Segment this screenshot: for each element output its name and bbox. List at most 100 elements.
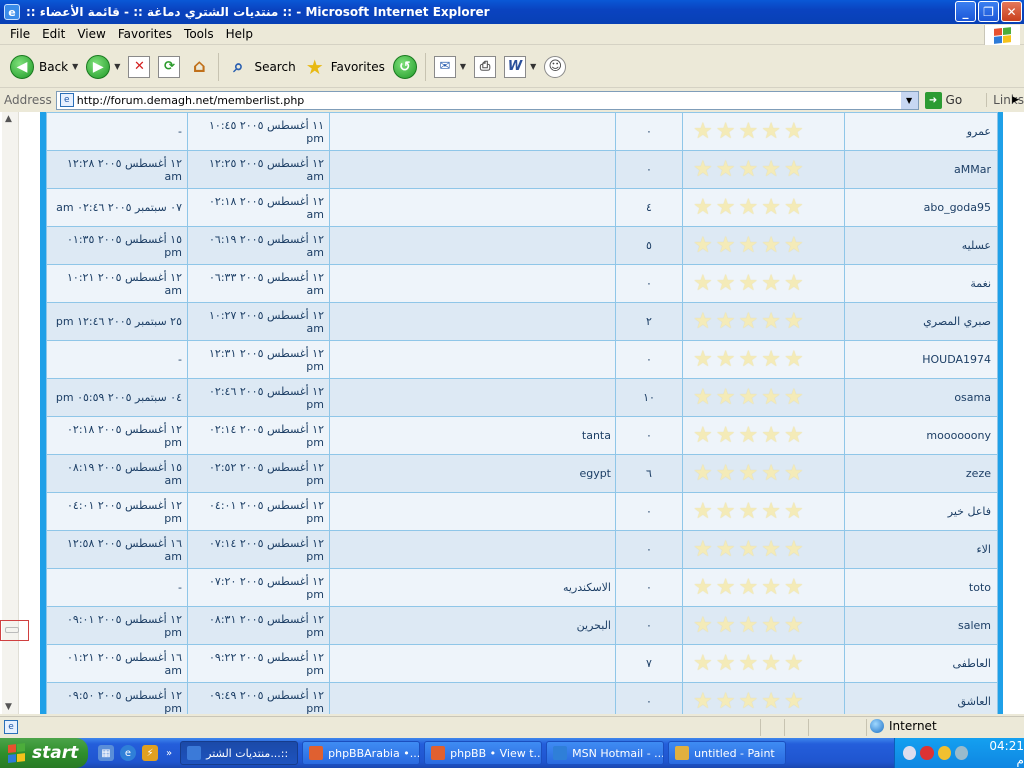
last-visit: ١٢ أغسطس ٢٠٠٥ ٠٩:٥٠ pm	[67, 688, 182, 715]
username-link[interactable]: صبري المصري	[923, 315, 991, 328]
posts-cell: ٠	[615, 416, 683, 455]
home-button[interactable]: ⌂	[184, 49, 214, 85]
back-button[interactable]: ◀ Back ▼	[6, 49, 82, 85]
scroll-down-icon[interactable]: ▼	[5, 702, 12, 712]
joined-date: ١٢ أغسطس ٢٠٠٥ ٠٨:٣١ pm	[209, 612, 324, 639]
edit-dropdown-icon[interactable]: ▼	[530, 62, 536, 71]
joined-cell: ١٢ أغسطس ٢٠٠٥ ١٢:٣١ pm	[187, 340, 330, 379]
clock[interactable]: 04:21 م	[980, 739, 1024, 767]
back-dropdown-icon[interactable]: ▼	[72, 62, 78, 71]
address-dropdown-icon[interactable]: ▼	[900, 91, 918, 109]
status-divider	[808, 719, 809, 736]
username-link[interactable]: نغمة	[970, 277, 991, 290]
window-controls: _ ❐ ✕	[955, 1, 1022, 22]
location-cell	[329, 378, 616, 417]
username-link[interactable]: toto	[969, 581, 991, 594]
address-url[interactable]: http://forum.demagh.net/memberlist.php	[77, 94, 304, 107]
joined-date: ١٢ أغسطس ٢٠٠٥ ٠٧:١٤ pm	[209, 536, 324, 563]
go-button[interactable]: ➜ Go	[924, 91, 962, 109]
toolbar: ◀ Back ▼ ▶ ▼ ✕ ⟳ ⌂ ⌕ Search ★ Favorites …	[0, 46, 1024, 88]
close-button[interactable]: ✕	[1001, 1, 1022, 22]
maximize-button[interactable]: ❐	[978, 1, 999, 22]
rank-stars: ★ ★ ★ ★ ★	[693, 460, 844, 486]
internet-explorer-icon[interactable]: e	[120, 745, 136, 761]
username-link[interactable]: abo_goda95	[924, 201, 991, 214]
username-link[interactable]: فاعل خير	[948, 505, 991, 518]
joined-date: ١٢ أغسطس ٢٠٠٥ ٠٦:٣٣ am	[209, 270, 324, 297]
window-titlebar[interactable]: e :: منتديات الشتري دماغة :: - قائمة الأ…	[0, 0, 1024, 24]
menu-edit[interactable]: Edit	[36, 27, 71, 41]
rank-cell: ★ ★ ★ ★ ★	[682, 568, 845, 607]
mail-button[interactable]: ✉ ▼	[430, 49, 470, 85]
minimize-button[interactable]: _	[955, 1, 976, 22]
start-button[interactable]: start	[0, 738, 88, 768]
mail-dropdown-icon[interactable]: ▼	[460, 62, 466, 71]
username-link[interactable]: الاء	[976, 543, 991, 556]
member-row: -١٢ أغسطس ٢٠٠٥ ١٢:٣١ pm ٠ ★ ★ ★ ★ ★ HOUDA1974	[46, 340, 998, 379]
print-button[interactable]: ⎙	[470, 49, 500, 85]
username-link[interactable]: moooooony	[926, 429, 991, 442]
menu-tools[interactable]: Tools	[178, 27, 220, 41]
username-link[interactable]: zeze	[966, 467, 991, 480]
username-link[interactable]: العاشق	[958, 695, 991, 708]
messenger-button[interactable]: ☺	[540, 49, 570, 85]
forward-dropdown-icon[interactable]: ▼	[114, 62, 120, 71]
location: البحرين	[576, 619, 611, 632]
quick-launch-chevron-icon[interactable]: »	[166, 748, 172, 759]
rank-star-icon: ★	[783, 118, 804, 144]
alert-icon[interactable]	[937, 746, 951, 760]
rank-star-icon: ★	[761, 118, 781, 144]
rank-cell: ★ ★ ★ ★ ★	[682, 340, 845, 379]
username-link[interactable]: osama	[954, 391, 991, 404]
taskbar-button[interactable]: phpBB • View t...	[424, 741, 543, 765]
menu-help[interactable]: Help	[220, 27, 259, 41]
refresh-button[interactable]: ⟳	[154, 49, 184, 85]
taskbar-button[interactable]: untitled - Paint	[668, 741, 787, 765]
network-icon[interactable]	[954, 746, 969, 760]
username-link[interactable]: العاطفى	[952, 657, 991, 670]
username-cell: عمرو	[844, 112, 998, 151]
task-list: منتديات الشتر...:: phpBBArabia •... phpBB …	[176, 741, 787, 765]
tray-icon[interactable]	[903, 746, 917, 760]
links-chevron-icon[interactable]: ▶	[1012, 95, 1019, 105]
history-button[interactable]: ↺	[389, 49, 421, 85]
username-link[interactable]: عسليه	[962, 239, 991, 252]
rank-stars: ★ ★ ★ ★ ★	[693, 308, 844, 334]
menu-view[interactable]: View	[71, 27, 111, 41]
winamp-icon[interactable]: ⚡	[142, 745, 158, 761]
word-icon: W	[504, 55, 527, 78]
taskbar-button[interactable]: phpBBArabia •...	[302, 741, 421, 765]
scroll-up-icon[interactable]: ▲	[5, 114, 12, 124]
rank-star-icon: ★	[783, 498, 804, 524]
taskbar-button[interactable]: منتديات الشتر...::	[180, 741, 299, 765]
rank-star-icon: ★	[761, 384, 781, 410]
username-link[interactable]: aMMar	[954, 163, 991, 176]
toolbar-separator	[424, 52, 426, 81]
rank-star-icon: ★	[693, 346, 713, 372]
location-cell	[329, 492, 616, 531]
username-link[interactable]: HOUDA1974	[922, 353, 991, 366]
member-row: ١٢ أغسطس ٢٠٠٥ ٠٤:٠١ pm ١٢ أغسطس ٢٠٠٥ ٠٤:٠…	[46, 492, 998, 531]
edit-button[interactable]: W ▼	[500, 49, 540, 85]
security-shield-icon[interactable]	[920, 746, 934, 760]
rank-star-icon: ★	[738, 650, 759, 676]
username-link[interactable]: عمرو	[967, 125, 991, 138]
search-button[interactable]: ⌕ Search	[223, 49, 299, 85]
favorites-button[interactable]: ★ Favorites	[300, 49, 389, 85]
show-desktop-icon[interactable]: ▦	[98, 745, 114, 761]
username-link[interactable]: salem	[958, 619, 991, 632]
stop-button[interactable]: ✕	[124, 49, 154, 85]
taskbar-button[interactable]: MSN Hotmail - ...	[546, 741, 665, 765]
rank-star-icon: ★	[693, 194, 713, 220]
messenger-icon: ☺	[544, 55, 567, 78]
last-visit: ١٢ أغسطس ٢٠٠٥ ٠٤:٠١ pm	[67, 498, 182, 525]
menu-favorites[interactable]: Favorites	[112, 27, 178, 41]
location-cell	[329, 264, 616, 303]
address-input[interactable]: e http://forum.demagh.net/memberlist.php…	[55, 90, 919, 110]
post-count: ٠	[646, 581, 652, 594]
forward-button[interactable]: ▶ ▼	[82, 49, 124, 85]
joined-date: ١٢ أغسطس ٢٠٠٥ ٠٢:١٤ pm	[209, 422, 324, 449]
rank-star-icon: ★	[738, 308, 759, 334]
menu-file[interactable]: File	[4, 27, 36, 41]
rank-star-icon: ★	[761, 460, 781, 486]
